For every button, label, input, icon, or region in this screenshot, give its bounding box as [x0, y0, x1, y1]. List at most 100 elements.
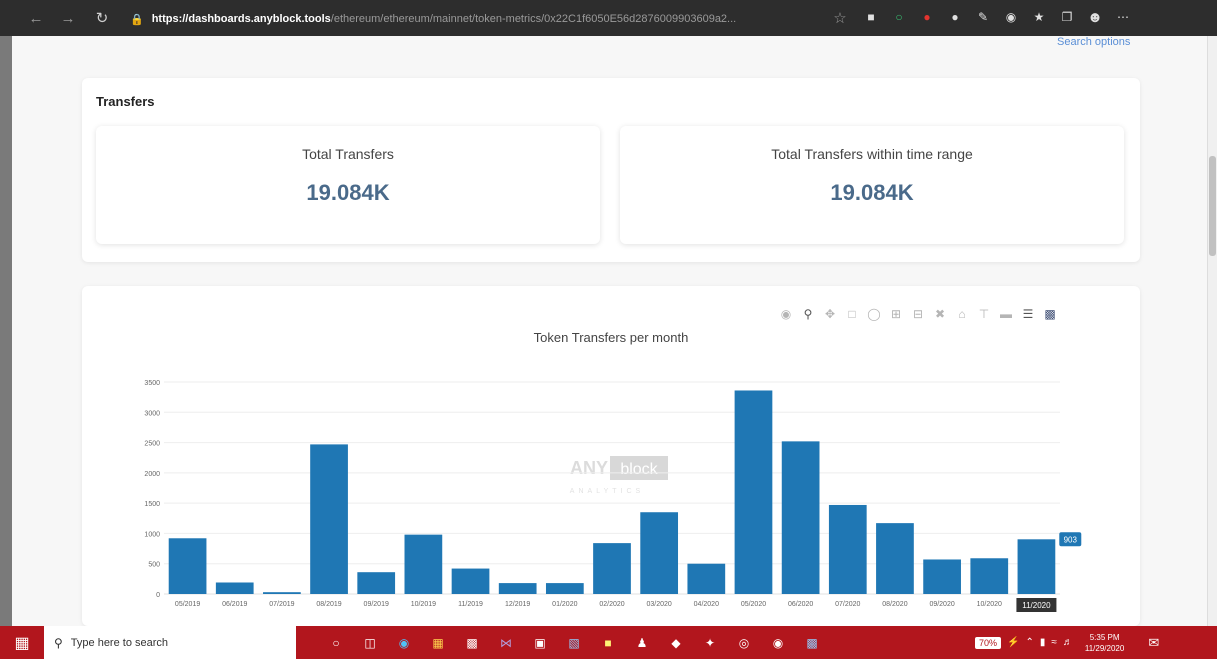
- extension-puzzle-icon[interactable]: ◉: [1002, 8, 1020, 26]
- page-scrollbar[interactable]: [1207, 36, 1217, 626]
- more-menu-icon[interactable]: ⋯: [1114, 8, 1132, 26]
- sticky-notes-icon[interactable]: ■: [597, 632, 619, 654]
- wifi-icon[interactable]: ≈: [1051, 637, 1057, 648]
- search-options-link[interactable]: Search options: [1057, 36, 1130, 48]
- bar: [828, 504, 867, 594]
- x-tick-label: 07/2019: [269, 601, 294, 608]
- extension-red-icon[interactable]: ●: [918, 8, 936, 26]
- range-transfers-label: Total Transfers within time range: [771, 146, 973, 162]
- x-tick-label: 01/2020: [552, 601, 577, 608]
- volume-icon[interactable]: ♬: [1063, 637, 1073, 648]
- word-icon[interactable]: ▩: [801, 632, 823, 654]
- bar: [545, 583, 584, 594]
- x-tick-label: 06/2019: [222, 601, 247, 608]
- power-icon[interactable]: ⚡: [1007, 637, 1019, 648]
- y-tick-label: 3500: [144, 380, 160, 387]
- browser-toolbar: ← → ↻ 🔒 https://dashboards.anyblock.tool…: [0, 0, 1217, 36]
- clock-date: 11/29/2020: [1084, 643, 1125, 653]
- left-rail: [0, 36, 12, 626]
- bar-chart: ANY block ANALYTICS 0 500 1000 1500 2000 2500 300…: [144, 380, 1082, 612]
- x-tick-label: 04/2020: [694, 601, 719, 608]
- favorite-star-icon[interactable]: ☆: [826, 4, 854, 32]
- x-tick-label: 07/2020: [835, 601, 860, 608]
- bar: [1017, 539, 1056, 594]
- collections-icon[interactable]: ❐: [1058, 8, 1076, 26]
- back-icon[interactable]: ←: [22, 4, 50, 32]
- search-icon: ⚲: [54, 635, 63, 650]
- transfers-title: Transfers: [96, 94, 155, 109]
- chrome-icon[interactable]: ◎: [733, 632, 755, 654]
- watermark-block: block: [620, 461, 658, 478]
- windows-taskbar: ▦ ⚲ Type here to search ○ ◫ ◉ ▦ ▩ ⋈ ▣ ▧ …: [0, 626, 1217, 659]
- x-tick-label: 08/2020: [882, 601, 907, 608]
- clock-time: 5:35 PM: [1089, 632, 1120, 642]
- extension-green-circle-icon[interactable]: ○: [890, 8, 908, 26]
- bar: [734, 390, 773, 594]
- refresh-icon[interactable]: ↻: [88, 4, 116, 32]
- y-tick-label: 2000: [144, 471, 160, 478]
- app-figure-icon[interactable]: ♟: [631, 632, 653, 654]
- watermark-any: ANY: [570, 458, 608, 478]
- watermark-analytics: ANALYTICS: [570, 488, 644, 495]
- app-blue-icon[interactable]: ▧: [563, 632, 585, 654]
- total-transfers-label: Total Transfers: [302, 146, 394, 162]
- taskbar-search-placeholder: Type here to search: [70, 636, 169, 649]
- bar: [215, 582, 254, 594]
- total-transfers-card: Total Transfers 19.084K: [96, 126, 600, 244]
- x-tick-label: 05/2020: [741, 601, 766, 608]
- terminal-icon[interactable]: ▣: [529, 632, 551, 654]
- bar: [263, 592, 301, 594]
- store-icon[interactable]: ▩: [461, 632, 483, 654]
- network-icon[interactable]: ▮: [1040, 637, 1046, 648]
- scroll-thumb[interactable]: [1209, 156, 1216, 256]
- hover-value-label: 903: [1064, 535, 1078, 544]
- x-tick-label: 09/2019: [364, 601, 389, 608]
- bar: [498, 583, 537, 594]
- x-tick-label: 12/2019: [505, 601, 530, 608]
- extension-square-icon[interactable]: ■: [862, 8, 880, 26]
- x-tick-label: 10/2019: [411, 601, 436, 608]
- profile-avatar-icon[interactable]: ☻: [1086, 8, 1104, 26]
- url-host: https://dashboards.anyblock.tools: [151, 13, 331, 25]
- notifications-icon[interactable]: ✉: [1148, 635, 1159, 651]
- y-tick-label: 500: [148, 562, 160, 569]
- bar: [923, 559, 961, 594]
- total-transfers-value: 19.084K: [306, 180, 390, 205]
- url-path: /ethereum/ethereum/mainnet/token-metrics…: [330, 13, 737, 25]
- extension-dot-icon[interactable]: ●: [946, 8, 964, 26]
- taskbar-search-input[interactable]: ⚲ Type here to search: [44, 626, 296, 659]
- battery-indicator[interactable]: 70%: [975, 636, 1002, 649]
- y-tick-label: 3000: [144, 410, 160, 417]
- lock-icon: 🔒: [130, 13, 144, 26]
- page-content: Search options Transfers Total Transfers…: [12, 36, 1207, 626]
- range-transfers-value: 19.084K: [830, 180, 914, 205]
- file-explorer-icon[interactable]: ▦: [427, 632, 449, 654]
- chevron-up-icon[interactable]: ⌃: [1025, 637, 1033, 648]
- windows-start-icon[interactable]: ▦: [0, 626, 44, 659]
- x-tick-label: 10/2020: [977, 601, 1002, 608]
- bar: [404, 534, 443, 594]
- y-tick-label: 1500: [144, 501, 160, 508]
- cortana-icon[interactable]: ○: [325, 632, 347, 654]
- bar: [168, 538, 207, 594]
- bar: [451, 568, 490, 594]
- x-tick-label: 02/2020: [599, 601, 624, 608]
- hover-category-label: 11/2020: [1022, 601, 1051, 610]
- address-bar[interactable]: 🔒 https://dashboards.anyblock.tools/ethe…: [130, 8, 820, 30]
- edge-icon[interactable]: ◉: [393, 632, 415, 654]
- bar: [781, 441, 820, 594]
- bar: [593, 543, 631, 594]
- y-tick-label: 2500: [144, 441, 160, 448]
- app-circle-icon[interactable]: ◉: [767, 632, 789, 654]
- app-paint-icon[interactable]: ◆: [665, 632, 687, 654]
- bar: [687, 563, 726, 594]
- taskbar-clock[interactable]: 5:35 PM 11/29/2020: [1085, 632, 1124, 654]
- visual-studio-icon[interactable]: ⋈: [495, 632, 517, 654]
- extension-pen-icon[interactable]: ✎: [974, 8, 992, 26]
- task-view-icon[interactable]: ◫: [359, 632, 381, 654]
- range-transfers-card: Total Transfers within time range 19.084…: [620, 126, 1124, 244]
- favorites-icon[interactable]: ★: [1030, 8, 1048, 26]
- forward-icon[interactable]: →: [54, 4, 82, 32]
- app-star-icon[interactable]: ✦: [699, 632, 721, 654]
- x-tick-label: 08/2019: [316, 601, 341, 608]
